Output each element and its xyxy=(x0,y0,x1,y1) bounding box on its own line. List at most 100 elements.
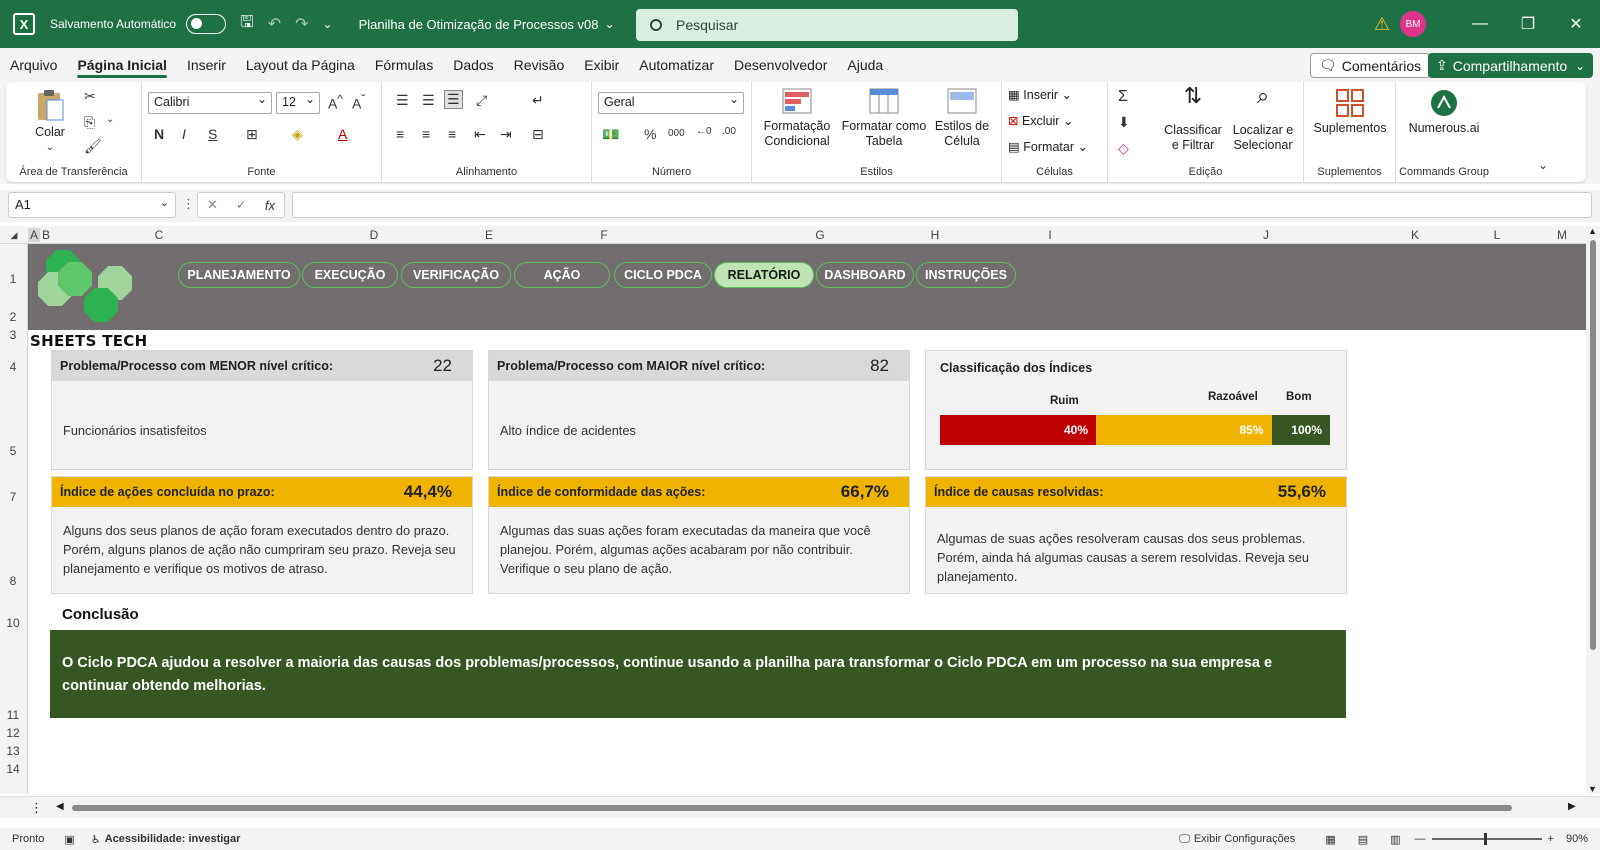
more-options-icon[interactable]: ⋮ xyxy=(182,196,195,212)
copy-dropdown-icon[interactable]: ⌄ xyxy=(106,114,114,125)
find-select-button[interactable]: ⌕ Localizar e Selecionar xyxy=(1228,85,1298,153)
scroll-right-icon[interactable]: ▶ xyxy=(1568,801,1576,812)
restore-icon[interactable]: ❐ xyxy=(1504,14,1552,34)
formula-input[interactable] xyxy=(292,192,1592,218)
row-header-1[interactable]: 1 xyxy=(0,272,26,286)
underline-icon[interactable]: S xyxy=(208,126,217,142)
format-as-table-button[interactable]: Formatar como Tabela xyxy=(840,88,928,149)
sort-filter-button[interactable]: ⇅ Classificar e Filtrar xyxy=(1160,85,1226,153)
zoom-slider[interactable] xyxy=(1431,833,1542,845)
search-box[interactable]: Pesquisar xyxy=(636,9,1018,41)
warning-icon[interactable]: ⚠ xyxy=(1374,14,1390,35)
insert-cells-button[interactable]: ▦ Inserir ⌄ xyxy=(1008,88,1072,103)
row-header-11[interactable]: 11 xyxy=(0,708,26,722)
select-all-corner[interactable]: ◢ xyxy=(0,230,28,241)
confirm-formula-icon[interactable]: ✓ xyxy=(236,197,247,213)
title-dropdown-icon[interactable]: ⌄ xyxy=(605,17,615,31)
orientation-icon[interactable]: ⤢ xyxy=(476,92,487,109)
nav-planejamento[interactable]: PLANEJAMENTO xyxy=(178,262,300,288)
clear-icon[interactable]: ◇ xyxy=(1118,140,1129,157)
insert-function-icon[interactable]: fx xyxy=(265,198,275,213)
avatar[interactable]: BM xyxy=(1400,11,1426,37)
number-format-combo[interactable]: Geral xyxy=(598,92,744,114)
row-header-8[interactable]: 8 xyxy=(0,574,26,588)
tab-exibir[interactable]: Exibir xyxy=(574,48,629,82)
cancel-formula-icon[interactable]: ✕ xyxy=(207,197,218,213)
scroll-left-icon[interactable]: ◀ xyxy=(56,801,64,812)
col-header-g[interactable]: G xyxy=(712,228,928,242)
nav-relatorio[interactable]: RELATÓRIO xyxy=(714,262,814,288)
tab-dados[interactable]: Dados xyxy=(443,48,503,82)
row-header-14[interactable]: 14 xyxy=(0,762,26,776)
nav-verificacao[interactable]: VERIFICAÇÃO xyxy=(401,262,511,288)
delete-cells-button[interactable]: ⊠ Excluir ⌄ xyxy=(1008,114,1073,129)
vertical-scroll-thumb[interactable] xyxy=(1590,240,1596,650)
redo-icon[interactable]: ↷ xyxy=(295,14,308,34)
col-header-c[interactable]: C xyxy=(52,228,266,242)
autosave-toggle[interactable] xyxy=(186,14,227,34)
name-box[interactable]: A1 ⌄ xyxy=(8,192,176,218)
customize-toolbar-icon[interactable]: ⌄ xyxy=(323,17,333,31)
col-header-e[interactable]: E xyxy=(482,228,496,242)
tab-layout[interactable]: Layout da Página xyxy=(236,48,365,82)
nav-acao[interactable]: AÇÃO xyxy=(514,262,610,288)
col-header-b[interactable]: B xyxy=(40,228,52,242)
nav-instrucoes[interactable]: INSTRUÇÕES xyxy=(916,262,1016,288)
vertical-scrollbar[interactable]: ▲ ▼ xyxy=(1586,226,1600,794)
align-middle-icon[interactable]: ☰ xyxy=(422,92,435,109)
row-header-13[interactable]: 13 xyxy=(0,744,26,758)
minimize-icon[interactable]: — xyxy=(1456,15,1504,33)
accessibility-icon[interactable]: ♿ xyxy=(91,833,101,846)
align-right-icon[interactable]: ≡ xyxy=(448,126,456,142)
col-header-a[interactable]: A xyxy=(28,228,40,242)
save-icon[interactable]: 🖫 xyxy=(240,11,254,38)
wrap-text-icon[interactable]: ↵ xyxy=(532,92,544,109)
autosum-icon[interactable]: Σ xyxy=(1118,88,1128,106)
col-header-f[interactable]: F xyxy=(496,228,712,242)
font-size-combo[interactable]: 12 xyxy=(276,92,320,114)
copy-icon[interactable]: ⎘ xyxy=(84,114,95,131)
col-header-h[interactable]: H xyxy=(928,228,942,242)
italic-icon[interactable]: I xyxy=(182,126,186,142)
row-header-12[interactable]: 12 xyxy=(0,726,26,740)
display-settings[interactable]: Exibir Configurações xyxy=(1194,833,1296,845)
merge-center-icon[interactable]: ⊟ xyxy=(532,126,544,143)
font-color-icon[interactable]: A xyxy=(338,126,347,142)
col-header-k[interactable]: K xyxy=(1374,228,1456,242)
scroll-down-icon[interactable]: ▼ xyxy=(1588,784,1597,794)
bold-icon[interactable]: N xyxy=(154,126,164,142)
row-header-2[interactable]: 2 xyxy=(0,310,26,324)
percent-icon[interactable]: % xyxy=(644,126,656,142)
tab-automatizar[interactable]: Automatizar xyxy=(629,48,724,82)
nav-execucao[interactable]: EXECUÇÃO xyxy=(302,262,398,288)
tab-inserir[interactable]: Inserir xyxy=(177,48,236,82)
name-box-dropdown-icon[interactable]: ⌄ xyxy=(160,196,169,209)
tab-desenvolvedor[interactable]: Desenvolvedor xyxy=(724,48,837,82)
grow-font-icon[interactable]: A^ xyxy=(328,93,343,112)
format-cells-button[interactable]: ▤ Formatar ⌄ xyxy=(1008,140,1088,155)
borders-icon[interactable]: ⊞ xyxy=(246,126,258,143)
col-header-l[interactable]: L xyxy=(1456,228,1538,242)
currency-icon[interactable]: 💵 xyxy=(602,126,619,143)
shrink-font-icon[interactable]: Aˇ xyxy=(352,93,365,112)
page-break-view-icon[interactable]: ▥ xyxy=(1390,833,1400,846)
col-header-i[interactable]: I xyxy=(942,228,1158,242)
macro-record-icon[interactable]: ▣ xyxy=(64,833,74,846)
page-layout-view-icon[interactable]: ▤ xyxy=(1358,833,1368,846)
col-header-d[interactable]: D xyxy=(266,228,482,242)
sheet-options-icon[interactable]: ⋮ xyxy=(30,800,43,816)
nav-dashboard[interactable]: DASHBOARD xyxy=(816,262,914,288)
tab-ajuda[interactable]: Ajuda xyxy=(837,48,893,82)
share-dropdown-icon[interactable]: ⌄ xyxy=(1575,59,1585,73)
accessibility-status[interactable]: Acessibilidade: investigar xyxy=(105,833,241,845)
col-header-m[interactable]: M xyxy=(1538,228,1586,242)
row-header-10[interactable]: 10 xyxy=(0,616,26,630)
zoom-out-icon[interactable]: — xyxy=(1415,833,1426,845)
horizontal-scroll-thumb[interactable] xyxy=(72,805,1512,811)
zoom-level[interactable]: 90% xyxy=(1566,833,1588,845)
fill-color-icon[interactable]: ◈ xyxy=(292,126,303,143)
increase-indent-icon[interactable]: ⇥ xyxy=(500,126,512,143)
col-header-j[interactable]: J xyxy=(1158,228,1374,242)
scroll-up-icon[interactable]: ▲ xyxy=(1588,226,1597,236)
close-icon[interactable]: ✕ xyxy=(1552,14,1600,34)
